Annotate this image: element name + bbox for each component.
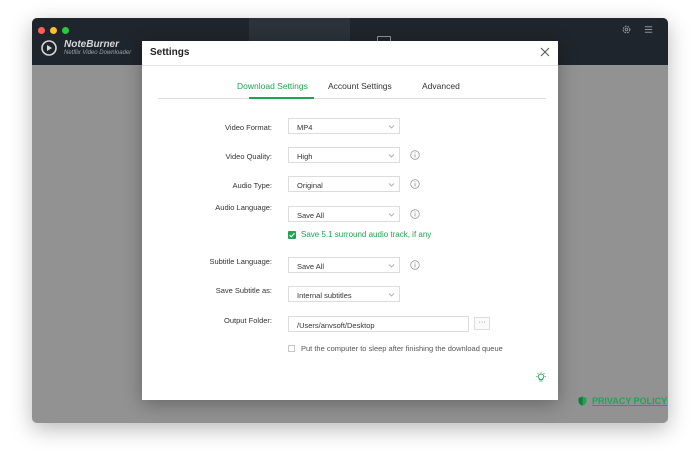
- close-window-button[interactable]: [38, 27, 45, 34]
- output-folder-value: /Users/anvsoft/Desktop: [297, 321, 375, 330]
- info-icon[interactable]: [410, 179, 420, 189]
- lightbulb-icon[interactable]: [535, 371, 547, 383]
- chevron-down-icon: [388, 264, 395, 268]
- save-subtitle-label: Save Subtitle as:: [215, 286, 272, 295]
- subtitle-language-value: Save All: [297, 262, 325, 271]
- audio-language-value: Save All: [297, 211, 325, 220]
- privacy-policy-label: PRIVACY POLICY: [592, 396, 668, 406]
- info-icon[interactable]: [410, 209, 420, 219]
- privacy-policy-link[interactable]: PRIVACY POLICY: [578, 396, 667, 406]
- chevron-down-icon: [388, 213, 395, 217]
- video-quality-label: Video Quality:: [225, 152, 272, 161]
- active-tab-indicator: [249, 97, 314, 99]
- chevron-down-icon: [388, 293, 395, 297]
- menu-icon[interactable]: [643, 24, 654, 35]
- settings-dialog: Settings Download Settings Account Setti…: [142, 41, 558, 400]
- audio-language-label: Audio Language:: [215, 203, 272, 212]
- tab-advanced[interactable]: Advanced: [422, 81, 460, 91]
- output-folder-label: Output Folder:: [224, 316, 272, 325]
- surround-audio-label: Save 5.1 surround audio track, if any: [301, 230, 432, 239]
- chevron-down-icon: [388, 154, 395, 158]
- check-icon: [289, 232, 295, 238]
- video-format-label: Video Format:: [225, 123, 272, 132]
- output-folder-input[interactable]: /Users/anvsoft/Desktop: [288, 316, 469, 332]
- tab-account-settings[interactable]: Account Settings: [328, 81, 392, 91]
- zoom-window-button[interactable]: [62, 27, 69, 34]
- dialog-title: Settings: [150, 47, 190, 58]
- brand-subtitle: Netflix Video Downloader: [64, 50, 132, 56]
- audio-language-select[interactable]: Save All: [288, 206, 400, 222]
- info-icon[interactable]: [410, 150, 420, 160]
- brand-name: NoteBurner: [64, 39, 120, 50]
- audio-type-value: Original: [297, 181, 323, 190]
- audio-type-select[interactable]: Original: [288, 176, 400, 192]
- tab-download-settings[interactable]: Download Settings: [237, 81, 308, 91]
- minimize-window-button[interactable]: [50, 27, 57, 34]
- save-subtitle-value: Internal subtitles: [297, 291, 352, 300]
- video-format-value: MP4: [297, 123, 313, 132]
- browse-folder-button[interactable]: ···: [474, 317, 490, 330]
- settings-tabs: Download Settings Account Settings Advan…: [158, 78, 546, 99]
- shield-icon: [578, 396, 587, 406]
- gear-icon[interactable]: [621, 24, 632, 35]
- sleep-after-download-checkbox[interactable]: [288, 345, 295, 352]
- video-quality-select[interactable]: High: [288, 147, 400, 163]
- video-format-select[interactable]: MP4: [288, 118, 400, 134]
- chevron-down-icon: [388, 125, 395, 129]
- surround-audio-checkbox[interactable]: [288, 231, 296, 239]
- sleep-after-download-label: Put the computer to sleep after finishin…: [301, 344, 503, 353]
- app-logo-icon: [41, 40, 57, 56]
- audio-type-label: Audio Type:: [232, 181, 272, 190]
- video-quality-value: High: [297, 152, 313, 161]
- close-icon[interactable]: [538, 45, 552, 59]
- chevron-down-icon: [388, 183, 395, 187]
- subtitle-language-select[interactable]: Save All: [288, 257, 400, 273]
- info-icon[interactable]: [410, 260, 420, 270]
- save-subtitle-select[interactable]: Internal subtitles: [288, 286, 400, 302]
- subtitle-language-label: Subtitle Language:: [209, 257, 272, 266]
- dialog-header: Settings: [142, 41, 558, 66]
